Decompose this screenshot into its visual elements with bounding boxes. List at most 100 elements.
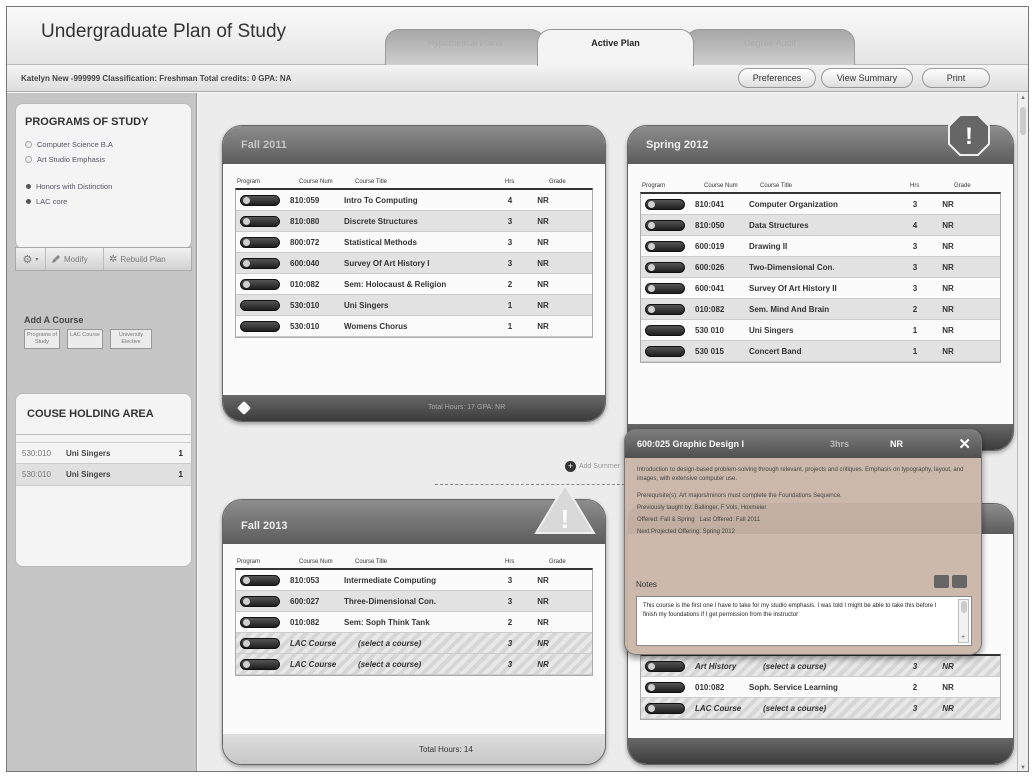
course-table: 810:053 Intermediate Computing 3 NR 600:027… <box>235 568 593 676</box>
course-row[interactable]: 530:010 Womens Chorus 1 NR <box>236 316 592 337</box>
semester-fall-2011: Fall 2011 Program Course Num Course Titl… <box>222 125 606 422</box>
scroll-up-icon[interactable]: ▲ <box>1020 95 1026 101</box>
course-row[interactable]: 810:041 Computer Organization 3 NR <box>641 194 1000 215</box>
course-table: 810:041 Computer Organization 3 NR 810:050 D… <box>640 192 1001 363</box>
pencil-icon <box>52 255 60 263</box>
add-university-elective-button[interactable]: University Elective <box>110 329 152 349</box>
semester-title: Fall 2011 <box>223 126 605 164</box>
program-toggle[interactable] <box>240 658 280 670</box>
course-row[interactable]: 810:053 Intermediate Computing 3 NR <box>236 570 592 591</box>
holding-item[interactable]: 530:010 Uni Singers 1 <box>16 442 191 464</box>
program-toggle[interactable] <box>645 219 685 231</box>
course-detail-popup: 600:025 Graphic Design I 3hrs NR ✕ Intro… <box>624 429 982 655</box>
program-item-art[interactable]: Art Studio Emphasis <box>25 155 191 164</box>
course-row[interactable]: 010:082 Sem. Mind And Brain 2 NR <box>641 299 1000 320</box>
popup-course-title: 600:025 Graphic Design I <box>637 439 745 449</box>
program-toggle[interactable] <box>645 660 685 672</box>
course-row[interactable]: 810:050 Data Structures 4 NR <box>641 215 1000 236</box>
program-toggle[interactable] <box>645 198 685 210</box>
notes-scrollbar[interactable]: + <box>958 599 969 643</box>
course-row-placeholder[interactable]: LAC Course (select a course) 3 NR <box>641 698 1000 719</box>
program-item-cs[interactable]: Computer Science B.A <box>25 140 191 149</box>
course-offered: Offered: Fall & Spring <box>637 517 695 523</box>
course-description: Introduction to design-based problem-sol… <box>637 467 964 482</box>
program-toolbar: ⚙ ▾ Modify ✲ Rebuild Plan <box>15 247 192 271</box>
course-row[interactable]: 010:082 Sem: Holocaust & Religion 2 NR <box>236 274 592 295</box>
program-toggle[interactable] <box>240 595 280 607</box>
program-toggle[interactable] <box>240 299 280 311</box>
course-row[interactable]: 600:027 Three-Dimensional Con. 3 NR <box>236 591 592 612</box>
course-row-placeholder[interactable]: Art History (select a course) 3 NR <box>641 656 1000 677</box>
program-toggle[interactable] <box>240 257 280 269</box>
program-toggle[interactable] <box>645 282 685 294</box>
delete-notes-icon[interactable] <box>952 575 967 588</box>
program-toggle[interactable] <box>240 278 280 290</box>
course-row[interactable]: 530 015 Concert Band 1 NR <box>641 341 1000 362</box>
program-item-honors[interactable]: Honors with Distinction <box>25 182 191 191</box>
add-summer-button[interactable]: + Add Summer <box>565 461 620 472</box>
program-toggle[interactable] <box>645 240 685 252</box>
course-row[interactable]: 810:080 Discrete Structures 3 NR <box>236 211 592 232</box>
semester-fall-2013: Fall 2013 Program Course Num Course Titl… <box>222 499 606 765</box>
radio-icon <box>25 141 32 148</box>
program-toggle[interactable] <box>240 320 280 332</box>
program-toggle[interactable] <box>645 702 685 714</box>
holding-area-heading: COUSE HOLDING AREA <box>16 394 191 435</box>
add-lac-course-button[interactable]: LAC Course <box>67 329 103 349</box>
course-prerequisites: Prerequisite(s): Art majors/minors must … <box>637 493 842 499</box>
print-button[interactable]: Print <box>922 68 990 88</box>
course-row[interactable]: 530:010 Uni Singers 1 NR <box>236 295 592 316</box>
course-row[interactable]: 530 010 Uni Singers 1 NR <box>641 320 1000 341</box>
semester-footer: Total Hours: 14 <box>223 734 605 764</box>
notes-scroll-thumb[interactable] <box>961 601 967 613</box>
course-row[interactable]: 600:041 Survey Of Art History II 3 NR <box>641 278 1000 299</box>
notes-textarea[interactable]: This course is the first one I have to t… <box>636 596 972 646</box>
program-toggle[interactable] <box>240 637 280 649</box>
rebuild-plan-button[interactable]: ✲ Rebuild Plan <box>104 248 191 270</box>
course-row[interactable]: 010:082 Sem: Soph Think Tank 2 NR <box>236 612 592 633</box>
course-instructors: Previously taught by: Ballinger, F Vols,… <box>637 505 767 511</box>
modify-button[interactable]: Modify <box>46 248 104 270</box>
program-toggle[interactable] <box>240 215 280 227</box>
program-item-lac[interactable]: LAC core <box>25 197 191 206</box>
course-row[interactable]: 600:019 Drawing II 3 NR <box>641 236 1000 257</box>
program-toggle[interactable] <box>240 616 280 628</box>
warning-triangle-icon[interactable]: ! <box>534 483 596 535</box>
add-programs-of-study-button[interactable]: Programs of Study <box>24 329 60 349</box>
close-icon[interactable]: ✕ <box>958 431 971 459</box>
course-row[interactable]: 010:082 Soph. Service Learning 2 NR <box>641 677 1000 698</box>
scroll-down-icon[interactable]: + <box>961 633 965 642</box>
title-bar: Undergraduate Plan of Study Hypothetical… <box>7 7 1028 66</box>
course-row[interactable]: 600:026 Two-Dimensional Con. 3 NR <box>641 257 1000 278</box>
course-row[interactable]: 810:059 Intro To Computing 4 NR <box>236 190 592 211</box>
course-row-placeholder[interactable]: LAC Course (select a course) 3 NR <box>236 654 592 675</box>
course-row[interactable]: 600:040 Survey Of Art History I 3 NR <box>236 253 592 274</box>
program-toggle[interactable] <box>240 194 280 206</box>
preferences-button[interactable]: Preferences <box>738 68 816 88</box>
course-row-placeholder[interactable]: LAC Course (select a course) 3 NR <box>236 633 592 654</box>
cog-icon: ✲ <box>109 253 118 265</box>
scroll-down-icon[interactable]: ▼ <box>1020 765 1026 771</box>
course-next-offering: Next Projected Offering: Spring 2012 <box>637 529 735 535</box>
tab-degree-audit[interactable]: Degree Audit <box>685 29 855 65</box>
program-toggle[interactable] <box>240 236 280 248</box>
scroll-thumb[interactable] <box>1020 107 1026 135</box>
diamond-icon[interactable] <box>236 400 252 416</box>
program-toggle[interactable] <box>645 324 685 336</box>
course-row[interactable]: 800:072 Statistical Methods 3 NR <box>236 232 592 253</box>
main-scrollbar[interactable]: ▲ ▼ <box>1017 93 1028 771</box>
program-toggle[interactable] <box>645 261 685 273</box>
tab-active-plan[interactable]: Active Plan <box>537 29 694 66</box>
edit-notes-icon[interactable] <box>934 575 949 588</box>
semester-spring-2012: Spring 2012 Program Course Num Course Ti… <box>627 125 1014 451</box>
holding-item[interactable]: 530:010 Uni Singers 1 <box>16 464 191 486</box>
program-toggle[interactable] <box>645 345 685 357</box>
settings-gear-button[interactable]: ⚙ ▾ <box>16 248 46 270</box>
tab-hypothetical-plans[interactable]: Hypothetical Plans <box>385 29 545 65</box>
view-summary-button[interactable]: View Summary <box>821 68 913 88</box>
alert-octagon-icon[interactable]: ! <box>948 114 990 156</box>
program-toggle[interactable] <box>240 574 280 586</box>
program-toggle[interactable] <box>645 303 685 315</box>
program-toggle[interactable] <box>645 681 685 693</box>
column-headers: Program Course Num Course Title Hrs Grad… <box>642 183 971 189</box>
